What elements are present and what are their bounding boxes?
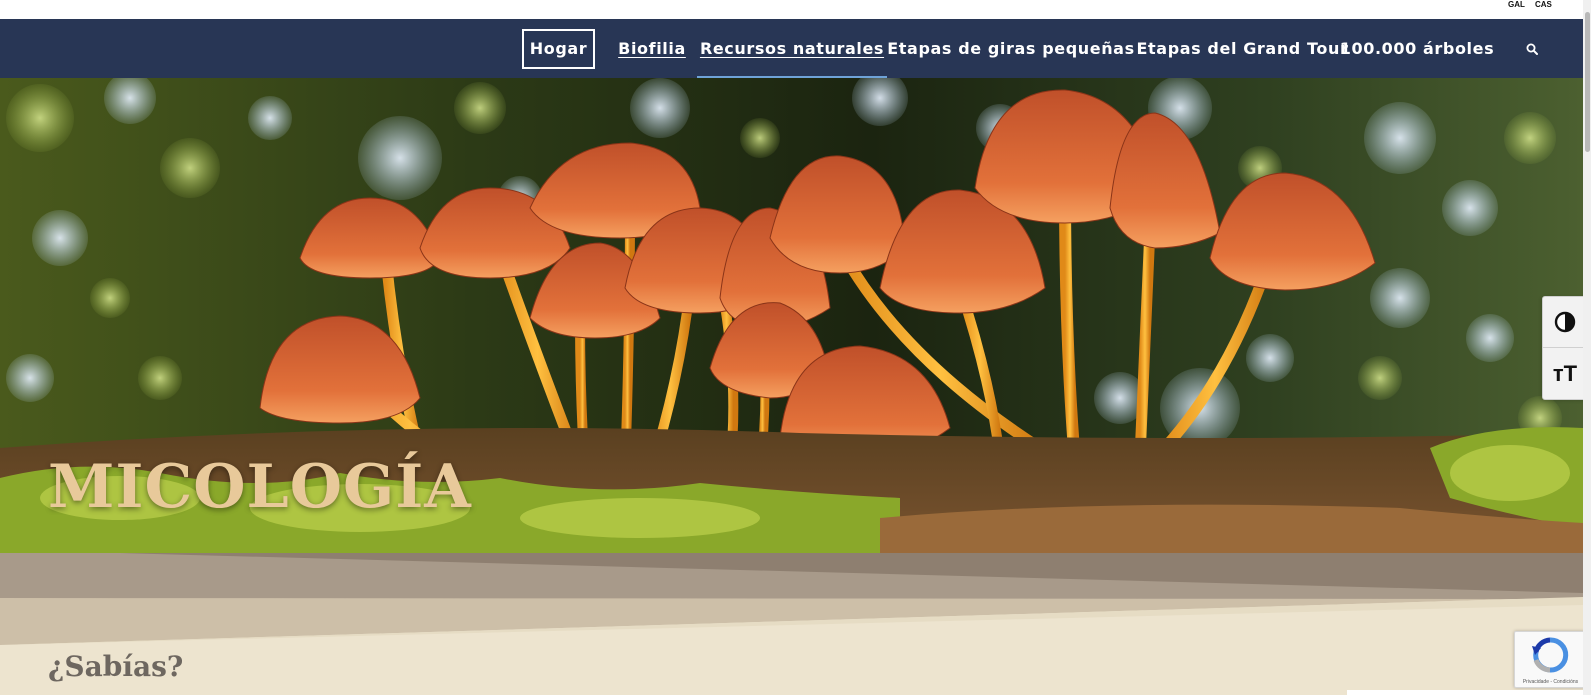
search-button[interactable] bbox=[1520, 19, 1544, 78]
contrast-icon bbox=[1554, 311, 1576, 333]
nav-item-hogar[interactable]: Hogar bbox=[522, 19, 595, 78]
nav-item-label: Hogar bbox=[529, 39, 588, 58]
language-cas-link[interactable]: CAS bbox=[1535, 0, 1552, 9]
section-divider bbox=[0, 553, 1583, 695]
nav-item-etapas-grand-tour[interactable]: Etapas del Grand Tour bbox=[1137, 19, 1348, 78]
font-size-icon: тT bbox=[1552, 360, 1578, 386]
scrollbar-thumb[interactable] bbox=[1585, 12, 1590, 152]
nav-item-label: Biofilia bbox=[618, 39, 686, 58]
recaptcha-label[interactable]: Privacidade - Condicións bbox=[1515, 679, 1586, 685]
hero-banner: MICOLOGÍA bbox=[0, 78, 1583, 553]
nav-item-label: 100.000 árboles bbox=[1339, 39, 1495, 58]
nav-item-etapas-giras-pequenas[interactable]: Etapas de giras pequeñas bbox=[887, 19, 1134, 78]
bottom-strip bbox=[1347, 690, 1583, 695]
decorative-bands bbox=[0, 553, 1583, 695]
language-bar: GAL CAS bbox=[0, 0, 1591, 19]
nav-item-label: Recursos naturales bbox=[699, 39, 885, 58]
recaptcha-icon bbox=[1532, 637, 1569, 673]
nav-item-100000-arboles[interactable]: 100.000 árboles bbox=[1334, 19, 1500, 78]
nav-item-biofilia[interactable]: Biofilia bbox=[618, 19, 686, 78]
page-title: MICOLOGÍA bbox=[48, 452, 472, 522]
main-header: Hogar Biofilia Recursos naturales Etapas… bbox=[0, 19, 1583, 78]
language-gal-link[interactable]: GAL bbox=[1508, 0, 1525, 9]
recaptcha-badge[interactable]: Privacidade - Condicións bbox=[1514, 631, 1585, 688]
search-icon bbox=[1526, 43, 1538, 55]
section-heading: ¿Sabías? bbox=[48, 650, 184, 683]
nav-item-label: Etapas de giras pequeñas bbox=[887, 39, 1135, 58]
nav-item-recursos-naturales[interactable]: Recursos naturales bbox=[697, 19, 887, 78]
accessibility-toolbar: тT bbox=[1542, 296, 1587, 400]
contrast-toggle-button[interactable] bbox=[1543, 297, 1587, 348]
nav-item-label: Etapas del Grand Tour bbox=[1136, 39, 1349, 58]
font-size-button[interactable]: тT bbox=[1543, 348, 1587, 399]
